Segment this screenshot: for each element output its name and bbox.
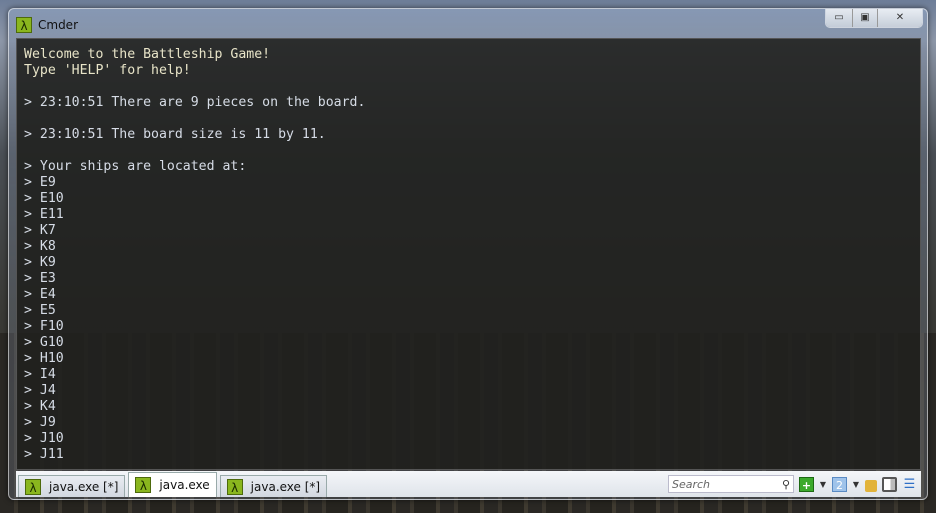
tab-3[interactable]: λ java.exe [*]	[219, 475, 328, 497]
lambda-icon: λ	[25, 478, 41, 495]
close-button[interactable]: ✕	[877, 9, 922, 27]
terminal-line: > H10	[24, 351, 64, 366]
terminal-line: > I4	[24, 367, 56, 382]
console-number-icon[interactable]: 2	[832, 476, 847, 492]
terminal-line: > J10	[24, 431, 64, 446]
minimize-button[interactable]: ▭	[826, 9, 852, 27]
lambda-icon: λ	[135, 477, 152, 493]
terminal-line: > E5	[24, 303, 56, 318]
welcome-line: Welcome to the Battleship Game!	[24, 47, 271, 62]
terminal-line: > G10	[24, 335, 64, 350]
terminal-output[interactable]: Welcome to the Battleship Game! Type 'HE…	[16, 38, 921, 470]
tab-1[interactable]: λ java.exe [*]	[18, 475, 126, 497]
terminal-line: > E9	[24, 175, 56, 190]
search-placeholder: Search	[672, 477, 711, 491]
dropdown-icon[interactable]: ▼	[852, 477, 860, 492]
title-bar: λ Cmder	[16, 16, 78, 34]
terminal-line: > K7	[24, 223, 56, 238]
search-icon[interactable]: ⚲	[782, 478, 790, 491]
plus-icon[interactable]: +	[799, 476, 814, 492]
maximize-button[interactable]: ▣	[852, 9, 877, 27]
tab-bar: λ java.exe [*] λ java.exe λ java.exe [*] Sear…	[16, 471, 921, 497]
menu-icon[interactable]: ☰	[902, 477, 917, 492]
toolbar: Search ⚲ + ▼ 2 ▼ ☰	[668, 471, 921, 497]
lambda-icon: λ	[226, 478, 243, 495]
terminal-line: > K4	[24, 399, 56, 414]
help-line: Type 'HELP' for help!	[24, 63, 191, 78]
terminal-line: > J11	[24, 447, 64, 462]
terminal-line: > J4	[24, 383, 56, 398]
lambda-icon: λ	[16, 17, 32, 33]
tab-label: java.exe	[159, 478, 210, 492]
terminal-line: > E3	[24, 271, 56, 286]
terminal-line: > K8	[24, 239, 56, 254]
terminal-line: > K9	[24, 255, 56, 270]
tab-label: java.exe [*]	[49, 479, 119, 494]
dropdown-icon[interactable]: ▼	[819, 477, 827, 492]
terminal-line: > E10	[24, 191, 64, 206]
tab-2[interactable]: λ java.exe	[128, 472, 217, 497]
terminal-line: > 23:10:51 The board size is 11 by 11.	[24, 127, 326, 142]
search-input[interactable]: Search ⚲	[668, 475, 794, 493]
cmder-window: λ Cmder ▭ ▣ ✕ Welcome to the Battleship …	[8, 8, 928, 500]
terminal-line: > E11	[24, 207, 64, 222]
tab-label: java.exe [*]	[250, 479, 321, 494]
lock-icon[interactable]	[865, 479, 877, 492]
split-view-icon[interactable]	[882, 476, 897, 492]
terminal-line: > F10	[24, 319, 64, 334]
terminal-line: > Your ships are located at:	[24, 159, 247, 174]
window-title: Cmder	[38, 18, 79, 32]
terminal-line: > 23:10:51 There are 9 pieces on the boa…	[24, 95, 366, 110]
terminal-line: > J9	[24, 415, 56, 430]
window-controls: ▭ ▣ ✕	[825, 9, 923, 28]
terminal-line: > E4	[24, 287, 56, 302]
